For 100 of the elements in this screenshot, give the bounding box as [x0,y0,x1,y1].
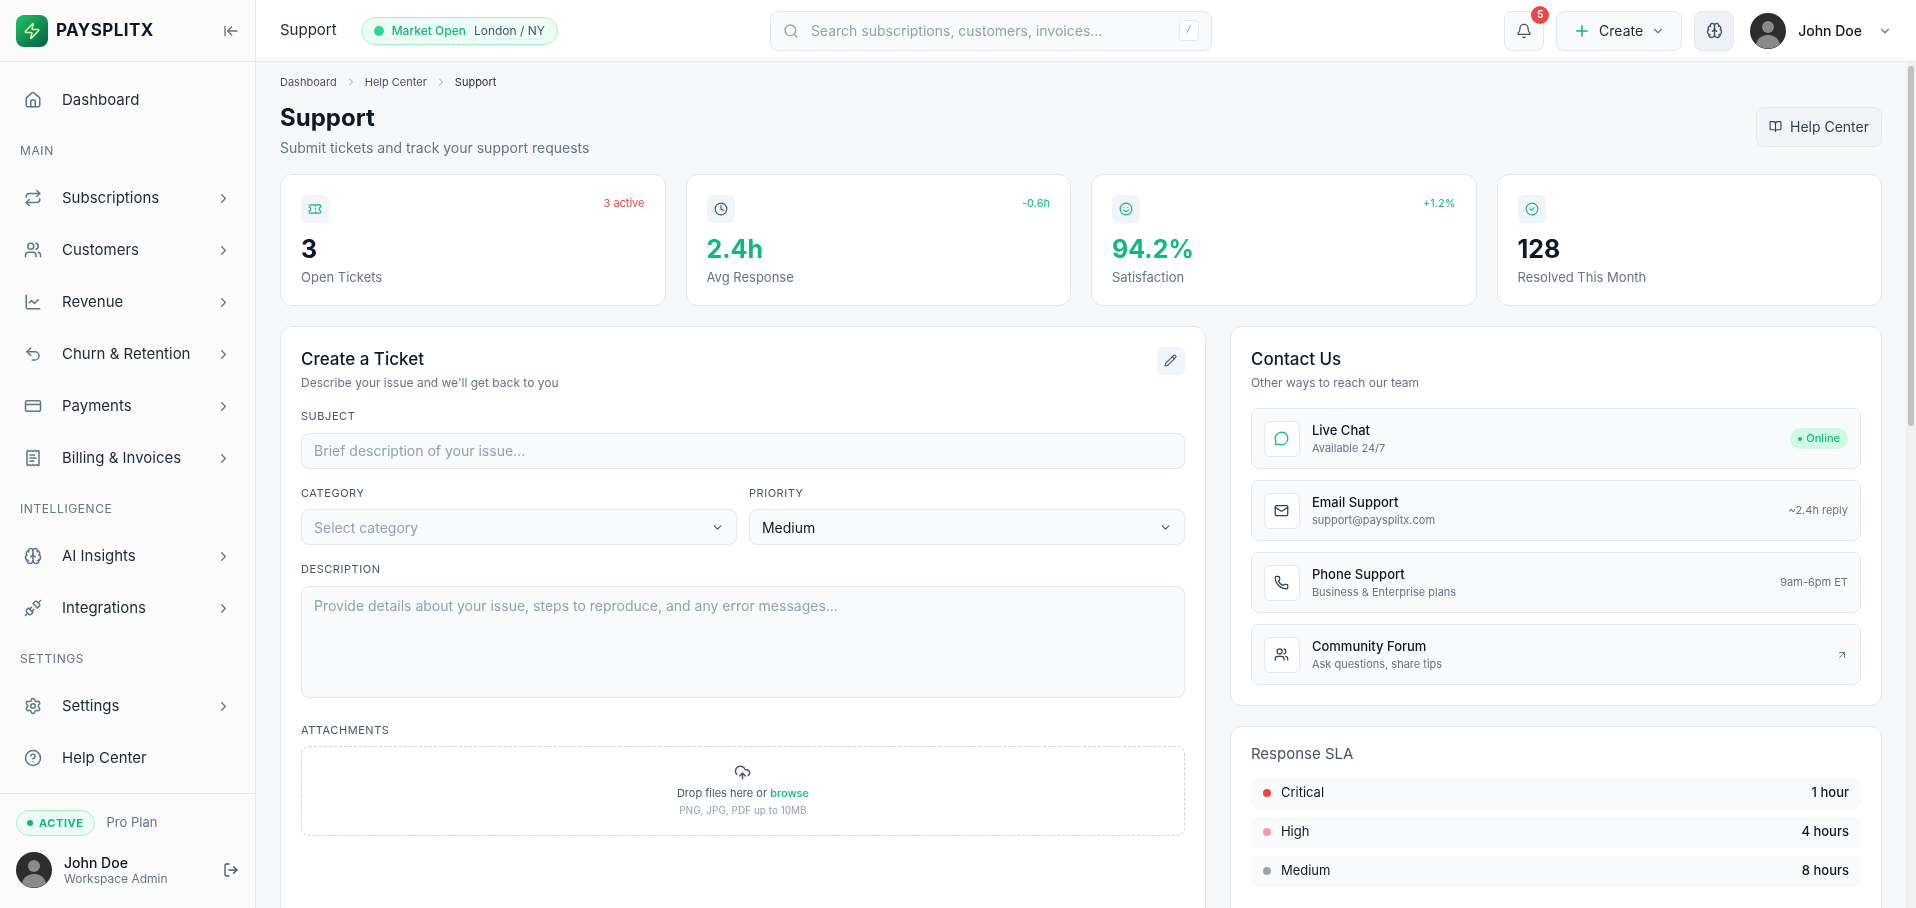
description-textarea[interactable]: Provide details about your issue, steps to reproduce, and any error messages... [301,585,1185,698]
brand-name: PAYSPLITX [56,18,154,42]
nav-item[interactable]: Churn & Retention [8,328,247,380]
field-label: ATTACHMENTS [301,721,391,738]
page-subtitle: Submit tickets and track your support requests [280,137,590,158]
nav-item[interactable]: Dashboard [8,74,247,126]
help-center-button[interactable]: Help Center [1756,106,1882,147]
settings-icon [24,697,42,715]
pencil-icon [1164,354,1178,367]
card-subtitle: Describe your issue and we'll get back to you [301,374,559,392]
nav-item[interactable]: Subscriptions [8,172,247,224]
plan-name: Pro Plan [106,813,158,832]
users-icon [24,241,42,259]
logout-button[interactable] [223,862,239,878]
plan-status-badge: ACTIVE [16,809,95,836]
stat-delta: 3 active [603,194,645,211]
topbar-title: Support [280,19,337,42]
contact-option-note: 9am-6pm ET [1780,574,1848,591]
response-time: 1 hour [1811,783,1849,803]
smile-icon [1112,194,1140,223]
contact-option-detail: Ask questions, share tips [1311,657,1443,672]
nav-item[interactable]: Settings [8,680,247,732]
nav-item[interactable]: Payments [8,380,247,432]
priority-level: Critical [1280,783,1325,803]
contact-option[interactable]: Email Support support@paysplitx.com ~2.4h reply [1250,480,1861,541]
response-time: 8 hours [1801,861,1849,881]
unplug-icon [24,599,42,617]
market-status-badge: Market Open London / NY [360,16,558,45]
priority-level: High [1280,822,1310,842]
shortcut-key: / [1178,20,1199,41]
nav-item[interactable]: Integrations [8,582,247,634]
cloud-upload-icon [734,763,752,781]
create-button[interactable]: Create [1556,10,1683,51]
search-icon [782,22,799,39]
undo-icon [24,345,42,363]
field-label: CATEGORY [301,484,366,501]
priority-select[interactable]: Medium [748,509,1185,545]
contact-option-title: Live Chat [1311,421,1372,438]
field-label: DESCRIPTION [301,561,382,578]
priority-level: Medium [1280,861,1331,881]
stat-label: Open Tickets [301,268,384,287]
nav-item[interactable]: Billing & Invoices [8,432,247,484]
contact-option-title: Email Support [1311,493,1400,510]
contact-option[interactable]: Phone Support Business & Enterprise plans 9am-6pm ET [1250,552,1861,613]
subject-input[interactable]: Brief description of your issue... [301,432,1185,469]
user-menu-button[interactable]: John Doe [1750,12,1892,49]
brain-icon [24,547,42,565]
contact-option[interactable]: Live Chat Available 24/7 Online [1250,408,1861,469]
credit-card-icon [24,397,42,415]
clock-icon [706,194,735,223]
stat-label: Satisfaction [1112,268,1186,287]
notification-count-badge: 5 [1531,5,1550,24]
stat-value: 3 [301,232,319,266]
search-input[interactable]: Search subscriptions, customers, invoices... [810,20,1167,41]
file-type-hint: PNG, JPG, PDF up to 10MB [679,803,807,819]
receipt-icon [24,449,42,467]
phone-icon [1263,564,1300,601]
drop-files-text: Drop files here or [676,785,768,800]
card-title: Contact Us [1250,347,1343,371]
nav-item[interactable]: Revenue [8,276,247,328]
nav-item[interactable]: AI Insights [8,530,247,582]
contact-option-title: Phone Support [1311,565,1406,582]
contact-option[interactable]: Community Forum Ask questions, share tips [1250,624,1861,685]
contact-option-detail: Available 24/7 [1311,441,1386,456]
ai-brain-button[interactable] [1694,10,1735,51]
contact-option-title: Community Forum [1311,637,1428,654]
page-title: Support [280,102,376,133]
edit-button[interactable] [1156,346,1185,375]
breadcrumb-link[interactable]: Help Center [364,74,427,91]
ticket-icon [301,194,329,223]
breadcrumb-link[interactable]: Dashboard [280,74,337,91]
brain-icon [1705,22,1723,39]
repeat-icon [24,189,42,207]
nav-section-heading: SETTINGS [19,650,86,668]
book-icon [1769,120,1782,133]
card-subtitle: Other ways to reach our team [1250,374,1421,392]
nav-item[interactable]: Help Center [8,732,247,784]
user-role: Workspace Admin [64,871,168,887]
nav-item[interactable]: Customers [8,224,247,276]
card-title: Create a Ticket [301,347,425,371]
stat-label: Resolved This Month [1517,268,1648,287]
nav-section-heading: INTELLIGENCE [19,500,114,518]
contact-option-detail: support@paysplitx.com [1311,513,1436,528]
user-name: John Doe [64,853,129,872]
breadcrumb-link[interactable]: Support [454,74,497,91]
home-icon [24,91,42,109]
chat-bubble-icon [1263,420,1300,457]
contact-option-detail: Business & Enterprise plans [1311,585,1457,600]
avatar [16,852,52,888]
mail-icon [1263,492,1300,529]
stat-value: 128 [1517,232,1562,266]
stat-label: Avg Response [706,268,795,287]
card-title: Response SLA [1250,743,1355,765]
logo-icon [16,14,48,47]
field-label: SUBJECT [301,408,357,425]
users-icon [1263,636,1300,673]
scrollbar[interactable] [1906,62,1916,908]
field-label: PRIORITY [748,484,805,501]
file-drop-zone[interactable]: Drop files here or browse PNG, JPG, PDF up to 10MB [301,746,1185,836]
stat-value: 94.2% [1112,232,1195,266]
